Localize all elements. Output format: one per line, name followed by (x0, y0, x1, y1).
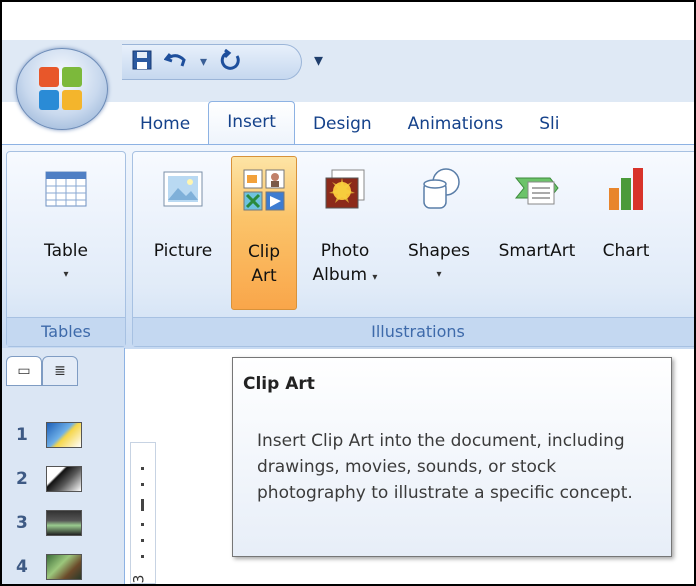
slide-thumbnail (45, 466, 82, 492)
clip-art-label-line2: Art (251, 266, 277, 286)
photo-album-label-line2: Album ▾ (299, 264, 391, 289)
tab-insert[interactable]: Insert (208, 101, 295, 144)
slides-pane: ▭ ≣ 1 2 3 4 (2, 348, 125, 584)
slide-number: 4 (16, 557, 28, 577)
ribbon: Table ▾ Tables Picture Clip Art Photo Al… (2, 144, 694, 349)
illustrations-group-label: Illustrations (133, 317, 694, 346)
picture-button-label: Picture (153, 241, 213, 261)
table-icon (43, 166, 89, 212)
slide-thumbnail-row[interactable]: 4 (16, 552, 106, 582)
vertical-ruler: 3 (130, 442, 156, 584)
chart-button[interactable]: Chart (589, 156, 663, 308)
slide-number: 1 (16, 425, 28, 445)
smartart-button-label: SmartArt (498, 241, 576, 261)
save-icon[interactable] (132, 50, 152, 75)
photo-album-label-text: Album (312, 265, 368, 285)
undo-icon[interactable] (163, 50, 188, 75)
ruler-tick (141, 555, 144, 558)
chart-button-label: Chart (602, 241, 650, 261)
shapes-button[interactable]: Shapes ▾ (395, 156, 483, 308)
slide-thumbnail-row[interactable]: 3 (16, 508, 106, 538)
illustrations-group: Picture Clip Art Photo Album ▾ Shapes ▾ … (132, 151, 694, 347)
outline-tab[interactable]: ≣ (42, 356, 78, 386)
tooltip-title: Clip Art (243, 374, 315, 394)
slide-thumbnail (45, 554, 82, 580)
undo-dropdown-icon[interactable]: ▾ (200, 54, 207, 70)
slides-tab[interactable]: ▭ (6, 356, 42, 386)
slide-number: 2 (16, 469, 28, 489)
table-button-label: Table (44, 241, 88, 261)
slide-number: 3 (16, 513, 28, 533)
tab-design[interactable]: Design (295, 104, 390, 144)
office-button[interactable] (16, 48, 108, 130)
picture-icon (160, 166, 206, 212)
tab-home[interactable]: Home (122, 104, 208, 144)
tooltip-description: Insert Clip Art into the document, inclu… (257, 431, 633, 503)
powerpoint-window: ▾ ▾ Home Insert Design Animations Sli Ta… (0, 0, 696, 586)
clip-art-label-line1: Clip (247, 242, 281, 262)
ribbon-tabs: Home Insert Design Animations Sli (122, 100, 577, 144)
clip-art-icon (241, 167, 287, 213)
picture-button[interactable]: Picture (141, 156, 225, 308)
shapes-icon (416, 166, 462, 212)
tab-animations[interactable]: Animations (390, 104, 522, 144)
smartart-icon (514, 166, 560, 212)
customize-toolbar-icon[interactable]: ▾ (314, 50, 323, 71)
clip-art-tooltip: Clip Art Insert Clip Art into the docume… (232, 357, 672, 557)
table-dropdown-icon: ▾ (63, 269, 69, 280)
tables-group-label: Tables (7, 317, 125, 346)
ruler-number: 3 (131, 574, 148, 584)
photo-album-icon (322, 166, 368, 212)
slide-thumbnail (45, 422, 82, 448)
office-logo-icon (39, 67, 83, 111)
shapes-dropdown-icon: ▾ (436, 269, 442, 280)
chart-icon (603, 166, 649, 212)
photo-album-label-line1: Photo (320, 241, 370, 261)
clip-art-button[interactable]: Clip Art (231, 156, 297, 310)
slide-thumbnail-row[interactable]: 2 (16, 464, 106, 494)
ruler-tick (141, 467, 144, 470)
table-button[interactable]: Table ▾ (11, 156, 121, 308)
photo-album-dropdown-icon: ▾ (372, 272, 378, 283)
smartart-button[interactable]: SmartArt (485, 156, 589, 308)
photo-album-button[interactable]: Photo Album ▾ (299, 156, 391, 308)
slide-thumbnail-row[interactable]: 1 (16, 420, 106, 450)
quick-access-toolbar: ▾ (122, 44, 302, 80)
ruler-tick (141, 539, 144, 542)
ruler-tick (141, 499, 144, 511)
slide-thumbnail (45, 510, 82, 536)
shapes-button-label: Shapes (407, 241, 471, 261)
tab-slide-show[interactable]: Sli (521, 104, 577, 144)
redo-icon[interactable] (219, 48, 241, 76)
ruler-tick (141, 483, 144, 486)
ruler-tick (141, 523, 144, 526)
tables-group: Table ▾ Tables (6, 151, 126, 347)
